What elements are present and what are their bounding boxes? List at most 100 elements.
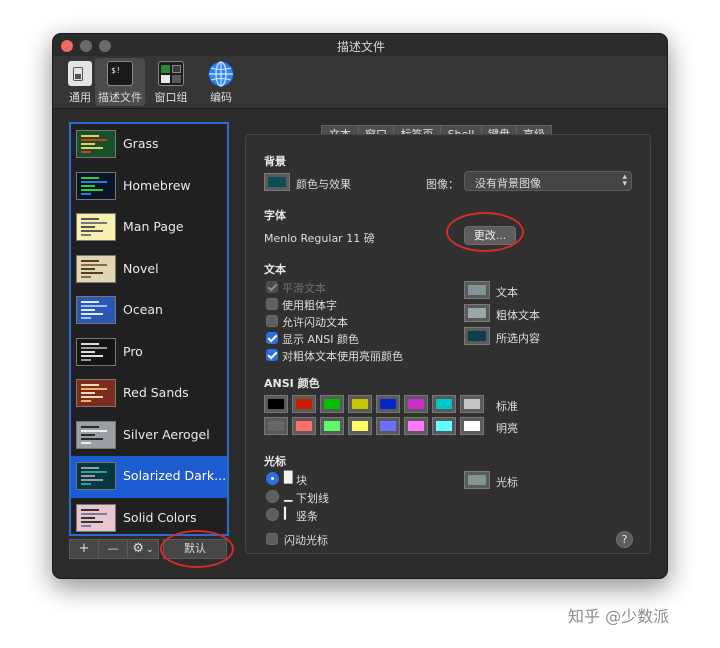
cursor-style-label: 竖条 [296,510,318,523]
text-option-checkbox[interactable] [266,332,278,344]
profile-actions-menu[interactable]: ⚙ ⌄ [127,539,159,559]
toolbar-tab-encodings[interactable]: 编码 [196,58,246,106]
cursor-style-label: 块 [296,474,307,487]
text-color-well[interactable] [464,304,490,322]
ansi-color-swatch [436,421,452,431]
terminal-profile-icon: $! [107,61,133,86]
cursor-style-radio[interactable] [266,472,279,485]
toolbar-tab-window-groups[interactable]: 窗口组 [146,58,196,106]
title-bar: 描述文件 [53,34,667,56]
text-color-well[interactable] [464,327,490,345]
ansi-normal-color-well[interactable] [292,395,316,413]
profile-row[interactable]: Homebrew [71,166,227,208]
ansi-color-swatch [296,399,312,409]
profile-row[interactable]: Man Page [71,207,227,249]
help-button[interactable]: ? [616,531,633,548]
ansi-normal-color-well[interactable] [432,395,456,413]
background-image-select[interactable]: 没有背景图像 ▴ ▾ [464,171,632,191]
preferences-window: 描述文件 通用 $! 描述文件 窗口组 编码 Grass Homebrew Ma… [52,33,668,579]
ansi-color-swatch [296,421,312,431]
blink-cursor-label: 闪动光标 [284,534,328,547]
ansi-normal-color-well[interactable] [376,395,400,413]
profile-row[interactable]: Solarized Dark... [71,456,227,498]
profile-list[interactable]: Grass Homebrew Man Page Novel Ocean Pro Red Sa… [69,122,229,536]
text-color-swatch [468,331,486,341]
ansi-bright-color-well[interactable] [404,417,428,435]
text-option-checkbox[interactable] [266,298,278,310]
text-option-checkbox[interactable] [266,315,278,327]
profile-thumbnail [76,296,116,324]
preferences-toolbar: 通用 $! 描述文件 窗口组 编码 [53,56,667,109]
chevron-down-icon: ⌄ [146,545,154,555]
ansi-normal-color-well[interactable] [264,395,288,413]
ansi-normal-color-well[interactable] [348,395,372,413]
profile-row[interactable]: Novel [71,249,227,291]
profile-row[interactable]: Silver Aerogel [71,415,227,457]
toolbar-label: 描述文件 [98,91,142,104]
profile-thumbnail [76,379,116,407]
profile-thumbnail [76,254,116,283]
profile-name: Homebrew [123,177,191,193]
background-color-well[interactable] [264,173,290,191]
ansi-color-swatch [408,399,424,409]
text-color-well[interactable] [464,281,490,299]
ansi-color-swatch [464,421,480,431]
cursor-style-radio[interactable] [266,490,279,503]
ansi-color-swatch [352,399,368,409]
set-default-profile-button[interactable]: 默认 [163,539,227,559]
blink-cursor-checkbox[interactable] [266,533,278,545]
ansi-normal-color-well[interactable] [404,395,428,413]
ansi-section-title: ANSI 颜色 [264,377,320,390]
ansi-normal-color-well[interactable] [460,395,484,413]
text-option-label: 显示 ANSI 颜色 [282,333,359,346]
profile-name: Solarized Dark... [123,468,227,483]
ansi-bright-color-well[interactable] [376,417,400,435]
toolbar-tab-profiles[interactable]: $! 描述文件 [95,58,145,106]
profile-row[interactable]: Solid Colors [71,498,227,535]
ansi-color-swatch [408,421,424,431]
text-option-label: 对粗体文本使用亮丽颜色 [282,350,403,363]
text-color-swatch [468,308,486,318]
text-settings-panel: 背景 颜色与效果 图像： 没有背景图像 ▴ ▾ 字体 Menlo Regular … [245,134,651,554]
change-font-button[interactable]: 更改... [464,226,516,245]
text-color-label: 所选内容 [496,332,540,345]
cursor-glyph-icon: ▁ [284,489,293,502]
text-option-label: 使用粗体字 [282,299,337,312]
cursor-color-swatch [468,475,486,485]
profile-row[interactable]: Pro [71,332,227,374]
ansi-color-swatch [380,421,396,431]
ansi-color-swatch [324,399,340,409]
cursor-style-radio[interactable] [266,508,279,521]
ansi-bright-color-well[interactable] [432,417,456,435]
profile-thumbnail [76,171,116,200]
ansi-color-swatch [464,399,480,409]
add-profile-button[interactable]: + [69,539,99,559]
toolbar-label: 编码 [210,91,232,104]
cursor-color-well[interactable] [464,471,490,489]
text-option-checkbox [266,281,278,293]
profile-row[interactable]: Red Sands [71,373,227,415]
ansi-bright-color-well[interactable] [292,417,316,435]
ansi-bright-color-well[interactable] [460,417,484,435]
ansi-bright-color-well[interactable] [348,417,372,435]
text-section-title: 文本 [264,263,286,276]
profile-row[interactable]: Ocean [71,290,227,332]
profile-thumbnail [76,130,116,158]
text-option-label: 允许闪动文本 [282,316,348,329]
ansi-bright-color-well[interactable] [320,417,344,435]
profile-name: Pro [123,343,143,359]
profile-name: Solid Colors [123,509,197,525]
ansi-normal-label: 标准 [496,400,518,413]
remove-profile-button[interactable]: — [98,539,128,559]
cursor-glyph-icon: ▎ [284,507,293,520]
profile-row[interactable]: Grass [71,124,227,166]
ansi-bright-label: 明亮 [496,422,518,435]
ansi-bright-color-well[interactable] [264,417,288,435]
globe-icon [208,61,234,87]
ansi-normal-color-well[interactable] [320,395,344,413]
text-option-checkbox[interactable] [266,349,278,361]
cursor-color-label: 光标 [496,476,518,489]
profile-thumbnail [76,503,116,532]
ansi-color-swatch [268,399,284,409]
ansi-color-swatch [268,421,284,431]
